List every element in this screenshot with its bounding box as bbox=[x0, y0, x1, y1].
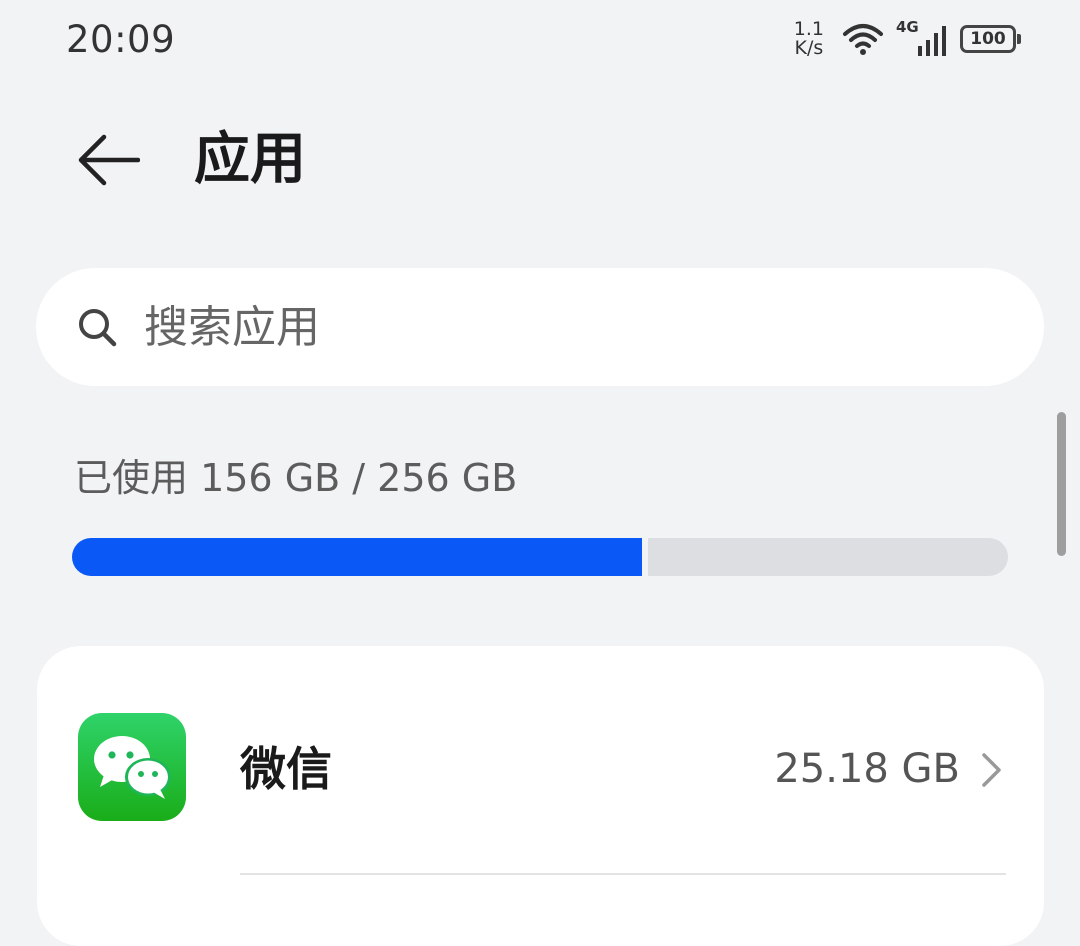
back-button[interactable] bbox=[70, 128, 146, 192]
page-title: 应用 bbox=[194, 127, 306, 192]
status-time: 20:09 bbox=[66, 18, 176, 61]
signal-bars-icon bbox=[918, 26, 946, 56]
wifi-icon bbox=[843, 24, 883, 55]
app-size: 25.18 GB bbox=[774, 746, 960, 792]
app-name: 微信 bbox=[240, 742, 332, 796]
list-divider bbox=[240, 873, 1006, 875]
battery-icon: 100 bbox=[960, 25, 1021, 53]
chevron-right-icon bbox=[982, 753, 1001, 787]
network-type: 4G bbox=[896, 18, 919, 36]
list-item-wechat[interactable]: 微信 25.18 GB bbox=[37, 646, 1044, 876]
battery-level: 100 bbox=[970, 29, 1006, 49]
scrollbar[interactable] bbox=[1057, 412, 1066, 556]
storage-usage-text: 已使用 156 GB / 256 GB bbox=[74, 456, 518, 500]
back-arrow-icon bbox=[78, 134, 140, 186]
search-icon bbox=[79, 309, 117, 347]
wechat-icon bbox=[78, 713, 186, 821]
cellular-signal: 4G bbox=[896, 18, 948, 56]
network-speed-unit: K/s bbox=[794, 37, 824, 59]
status-bar: 20:09 1.1 K/s 4G 100 bbox=[0, 0, 1080, 80]
network-speed: 1.1 K/s bbox=[794, 20, 824, 58]
search-bar[interactable] bbox=[36, 268, 1044, 386]
app-list: 微信 25.18 GB bbox=[37, 646, 1044, 946]
search-input[interactable] bbox=[144, 292, 1004, 362]
storage-usage-bar bbox=[72, 538, 1008, 576]
storage-usage-fill bbox=[72, 538, 649, 576]
status-icons: 1.1 K/s 4G 100 bbox=[794, 14, 1021, 64]
